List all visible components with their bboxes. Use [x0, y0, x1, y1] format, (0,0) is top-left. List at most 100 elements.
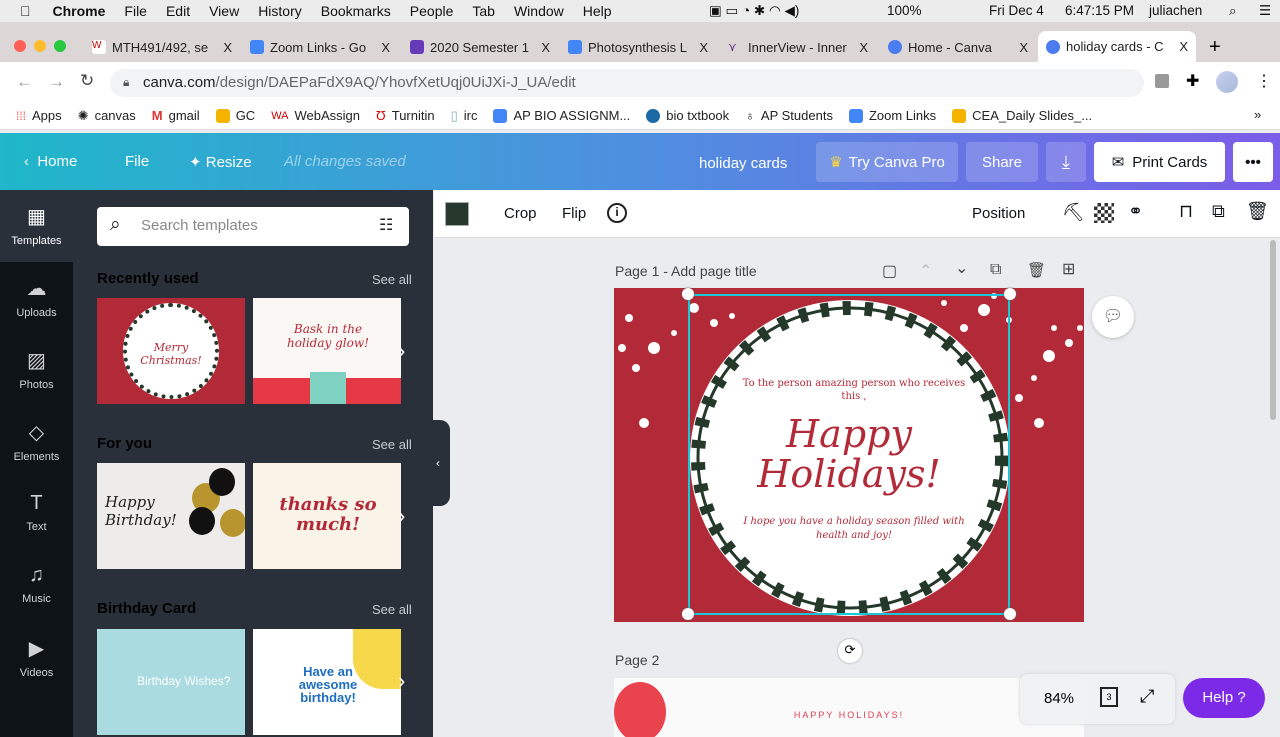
tab-close[interactable]: X: [541, 40, 550, 55]
tab-close[interactable]: X: [859, 40, 868, 55]
flip-button[interactable]: Flip: [562, 205, 586, 222]
browser-tab-active[interactable]: holiday cards - C X: [1038, 31, 1196, 62]
file-menu-button[interactable]: File: [125, 153, 149, 170]
page-count-icon[interactable]: 3: [1100, 687, 1118, 707]
resize-handle[interactable]: [1004, 288, 1016, 300]
rail-videos[interactable]: ▶ Videos: [0, 622, 73, 694]
transparency-icon[interactable]: [1094, 203, 1114, 223]
tab-close[interactable]: X: [381, 40, 390, 55]
browser-tab[interactable]: W MTH491/492, se X: [84, 32, 240, 62]
template-thumb[interactable]: Merry Christmas!: [97, 298, 245, 404]
paint-roller-icon[interactable]: ⛏: [1062, 202, 1085, 223]
info-icon[interactable]: i: [607, 203, 627, 223]
position-button[interactable]: Position: [972, 205, 1025, 222]
bookmark-webassign[interactable]: WA WebAssign: [271, 108, 360, 123]
bookmark-bio-txtbook[interactable]: bio txtbook: [646, 108, 729, 123]
bookmark-irc[interactable]: ▯ irc: [451, 108, 478, 124]
see-all-link[interactable]: See all: [372, 437, 412, 452]
print-cards-button[interactable]: ✉ Print Cards: [1094, 142, 1225, 182]
crop-button[interactable]: Crop: [504, 205, 537, 222]
close-window-button[interactable]: [14, 40, 26, 52]
forward-icon[interactable]: →: [48, 72, 65, 92]
bookmark-ap-students[interactable]: ♁ AP Students: [745, 108, 833, 123]
selection-box[interactable]: [688, 294, 1010, 615]
menu-app[interactable]: Chrome: [53, 3, 106, 19]
zoom-level[interactable]: 84%: [1044, 690, 1074, 707]
color-swatch[interactable]: [445, 202, 469, 226]
add-comment-button[interactable]: 💬︎: [1092, 296, 1134, 338]
browser-tab[interactable]: Zoom Links - Go X: [242, 32, 398, 62]
see-all-link[interactable]: See all: [372, 602, 412, 617]
menu-edit[interactable]: Edit: [166, 3, 190, 19]
link-icon[interactable]: ⚭: [1128, 201, 1143, 222]
home-button[interactable]: ‹ Home: [24, 153, 77, 170]
search-templates-input[interactable]: ⌕ Search templates ☷: [97, 207, 409, 246]
rail-uploads[interactable]: ☁ Uploads: [0, 262, 73, 334]
add-page-icon[interactable]: ⊞: [1062, 259, 1075, 279]
resize-button[interactable]: ✦ Resize: [189, 153, 252, 171]
bookmarks-more[interactable]: »: [1254, 107, 1261, 122]
bookmark-cea-slides[interactable]: CEA_Daily Slides_...: [952, 108, 1092, 123]
tab-close[interactable]: X: [699, 40, 708, 55]
menu-people[interactable]: People: [410, 3, 454, 19]
download-button[interactable]: ⤓: [1046, 142, 1086, 182]
new-tab-button[interactable]: +: [1209, 36, 1221, 59]
menu-file[interactable]: File: [124, 3, 147, 19]
chrome-menu-icon[interactable]: ⋮: [1256, 71, 1272, 91]
menu-help[interactable]: Help: [583, 3, 612, 19]
try-canva-pro-button[interactable]: ♛ Try Canva Pro: [816, 142, 958, 182]
profile-avatar[interactable]: [1216, 71, 1238, 93]
browser-tab[interactable]: ⋎ InnerView - Inner X: [720, 32, 876, 62]
next-arrow-icon[interactable]: ›: [398, 668, 405, 694]
resize-handle[interactable]: [1004, 608, 1016, 620]
see-all-link[interactable]: See all: [372, 272, 412, 287]
bookmark-canvas[interactable]: ✺ canvas: [78, 108, 136, 124]
menu-bookmarks[interactable]: Bookmarks: [321, 3, 391, 19]
more-options-button[interactable]: •••: [1233, 142, 1273, 182]
rail-templates[interactable]: ▦ Templates: [0, 190, 73, 262]
menu-window[interactable]: Window: [514, 3, 564, 19]
menu-view[interactable]: View: [209, 3, 239, 19]
list-icon[interactable]: ☰: [1259, 3, 1271, 19]
next-arrow-icon[interactable]: ›: [398, 503, 405, 529]
lock-icon[interactable]: ⊓: [1179, 201, 1193, 222]
back-icon[interactable]: ←: [16, 72, 33, 92]
rail-text[interactable]: T Text: [0, 478, 73, 550]
menu-history[interactable]: History: [258, 3, 302, 19]
design-title[interactable]: holiday cards: [699, 155, 787, 172]
rail-elements[interactable]: ◇ Elements: [0, 406, 73, 478]
url-input[interactable]: 🔒︎ canva.com/design/DAEPaFdX9AQ/YhovfXetU…: [110, 69, 1144, 97]
zoom-window-button[interactable]: [54, 40, 66, 52]
search-icon[interactable]: ⌕: [1229, 3, 1237, 19]
chevron-down-icon[interactable]: ⌄: [955, 258, 968, 278]
duplicate-icon[interactable]: ⧉: [1212, 201, 1225, 222]
rail-photos[interactable]: ▨ Photos: [0, 334, 73, 406]
design-page-2[interactable]: HAPPY HOLIDAYS!: [614, 678, 1084, 737]
bookmark-ap-bio[interactable]: AP BIO ASSIGNM...: [493, 108, 630, 123]
minimize-window-button[interactable]: [34, 40, 46, 52]
duplicate-page-icon[interactable]: ⧉: [990, 261, 1001, 279]
tab-close[interactable]: X: [223, 40, 232, 55]
collapse-panel-button[interactable]: ‹: [433, 420, 450, 506]
help-button[interactable]: Help ?: [1183, 678, 1265, 718]
bookmark-apps[interactable]: ⁞⁞⁞ Apps: [16, 108, 62, 123]
apple-icon[interactable]: : [20, 3, 31, 19]
rail-music[interactable]: ♫ Music: [0, 550, 73, 622]
fullscreen-icon[interactable]: ⤢: [1140, 686, 1154, 707]
extension-icon[interactable]: [1155, 74, 1169, 88]
scrollbar-thumb[interactable]: [1270, 240, 1276, 420]
tab-close[interactable]: X: [1179, 39, 1188, 54]
chevron-up-icon[interactable]: ⌃: [919, 261, 932, 281]
template-thumb[interactable]: Happy Birthday!: [97, 463, 245, 569]
puzzle-icon[interactable]: ✚: [1186, 71, 1199, 91]
delete-page-icon[interactable]: 🗑︎: [1027, 261, 1046, 279]
browser-tab[interactable]: Photosynthesis L X: [560, 32, 716, 62]
browser-tab[interactable]: Home - Canva X: [880, 32, 1036, 62]
template-thumb[interactable]: Have an awesome birthday!: [253, 629, 401, 735]
menu-tab[interactable]: Tab: [472, 3, 495, 19]
trash-icon[interactable]: 🗑︎: [1246, 201, 1269, 222]
bookmark-zoom-links[interactable]: Zoom Links: [848, 108, 936, 123]
add-page-title[interactable]: - Add page title: [663, 263, 756, 279]
notes-icon[interactable]: ▢: [882, 261, 897, 281]
bookmark-gc[interactable]: GC: [215, 108, 255, 123]
